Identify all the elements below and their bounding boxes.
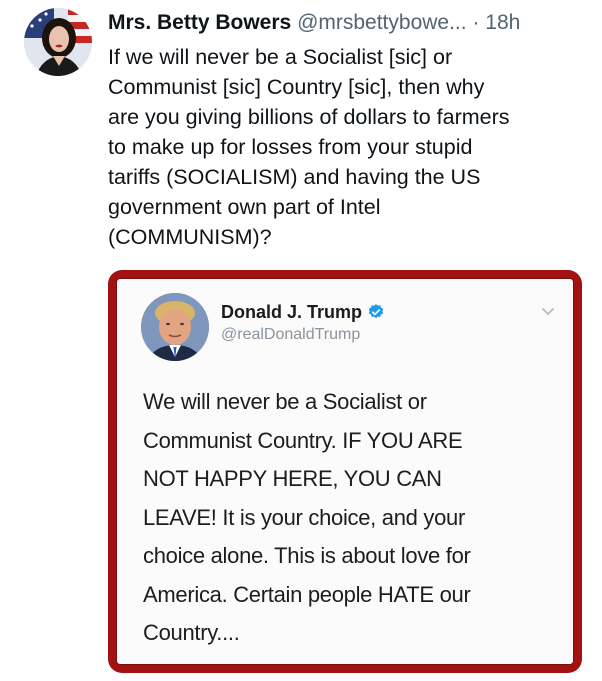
quoted-tweet-screenshot: Donald J. Trump @realDonaldTrump We will…	[116, 278, 574, 665]
chevron-down-icon	[542, 308, 554, 316]
quoted-author-display-name: Donald J. Trump	[221, 302, 363, 322]
author-avatar[interactable]	[24, 8, 92, 76]
quoted-text-line: We will never be a Socialist or	[143, 389, 427, 414]
profile-photo-icon	[24, 8, 92, 76]
quoted-text-line: America. Certain people HATE our	[143, 581, 471, 607]
post-text-line: to make up for losses from your stupid	[108, 135, 473, 159]
header-separator: ·	[472, 11, 480, 34]
quoted-author-name-row: Donald J. Trump	[221, 301, 385, 323]
quoted-text-line: Country....	[143, 620, 240, 645]
quoted-author-handle: @realDonaldTrump	[221, 326, 361, 343]
quoted-text-line: NOT HAPPY HERE, YOU CAN	[143, 466, 442, 491]
profile-photo-icon	[141, 293, 209, 361]
quoted-tweet-text: We will never be a Socialist or Communis…	[143, 383, 563, 653]
quoted-author-avatar	[141, 293, 209, 361]
post-text-line: government own part of Intel	[108, 195, 381, 219]
post-text-line: are you giving billions of dollars to fa…	[108, 105, 510, 129]
author-display-name[interactable]: Mrs. Betty Bowers	[108, 11, 291, 34]
attached-image[interactable]: Donald J. Trump @realDonaldTrump We will…	[108, 270, 582, 673]
post-text-line: (COMMUNISM)?	[108, 225, 272, 249]
verified-badge-icon	[368, 304, 384, 319]
post-header: Mrs. Betty Bowers @mrsbettybowe... · 18h	[108, 10, 596, 36]
author-handle[interactable]: @mrsbettybowe...	[297, 11, 467, 34]
quoted-text-line: LEAVE! It is your choice, and your	[143, 504, 466, 530]
quoted-text-line: choice alone. This is about love for	[143, 543, 471, 568]
post-text: If we will never be a Socialist [sic] or…	[108, 42, 588, 252]
post[interactable]: Mrs. Betty Bowers @mrsbettybowe... · 18h…	[0, 0, 602, 681]
quoted-text-line: Communist Country. IF YOU ARE	[143, 427, 463, 453]
post-text-line: tariffs (SOCIALISM) and having the US	[108, 165, 481, 189]
post-text-line: If we will never be a Socialist [sic] or	[108, 45, 453, 69]
post-text-line: Communist [sic] Country [sic], then why	[108, 75, 485, 99]
post-timestamp[interactable]: 18h	[485, 11, 520, 34]
